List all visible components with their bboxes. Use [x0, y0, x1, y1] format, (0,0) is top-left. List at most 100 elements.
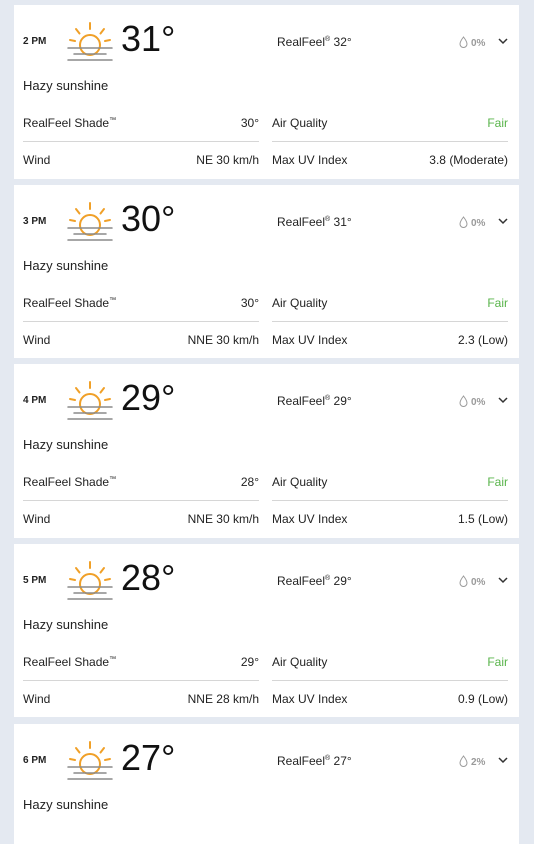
- hour-time: 2 PM: [23, 36, 47, 47]
- weather-phrase: Hazy sunshine: [23, 617, 109, 632]
- precipitation: 0%: [459, 575, 485, 588]
- realfeel-shade-label: RealFeel Shade™: [23, 296, 117, 310]
- chevron-down-icon[interactable]: [497, 215, 509, 227]
- weather-phrase: Hazy sunshine: [23, 797, 109, 812]
- realfeel-value: 31°: [333, 215, 352, 229]
- air-quality-label: Air Quality: [272, 655, 328, 669]
- wind-value: NNE 28 km/h: [187, 692, 259, 706]
- precipitation-value: 2%: [471, 757, 486, 768]
- uv-index-label: Max UV Index: [272, 512, 348, 526]
- precipitation: 0%: [459, 36, 485, 49]
- uv-index-value: 0.9 (Low): [457, 692, 508, 706]
- realfeel-label: RealFeel: [277, 394, 326, 408]
- realfeel-shade-row: RealFeel Shade™ 30°: [23, 296, 259, 314]
- uv-index-row: Max UV Index 2.3 (Low): [272, 333, 508, 351]
- raindrop-icon: [459, 36, 468, 48]
- realfeel-shade-value: 29°: [240, 655, 259, 669]
- wind-label: Wind: [23, 153, 51, 167]
- realfeel: RealFeel® 27°: [277, 754, 352, 768]
- realfeel-value: 27°: [333, 754, 352, 768]
- realfeel-shade-value: 28°: [240, 475, 259, 489]
- divider: [23, 500, 259, 501]
- hourly-card: 6 PM 27° RealFeel® 27° 2% Hazy sunshine: [14, 724, 519, 844]
- hourly-card-header[interactable]: 3 PM 30° RealFeel® 31° 0%: [14, 185, 519, 259]
- weather-phrase: Hazy sunshine: [23, 437, 109, 452]
- precipitation-value: 0%: [471, 577, 486, 588]
- wind-label: Wind: [23, 512, 51, 526]
- hour-time: 6 PM: [23, 755, 47, 766]
- realfeel-value: 29°: [333, 574, 352, 588]
- uv-index-label: Max UV Index: [272, 333, 348, 347]
- hour-temperature: 28°: [121, 557, 176, 598]
- hour-temperature: 27°: [121, 737, 176, 778]
- divider: [23, 141, 259, 142]
- weather-phrase: Hazy sunshine: [23, 258, 109, 273]
- precipitation-value: 0%: [471, 218, 486, 229]
- raindrop-icon: [459, 755, 468, 767]
- precipitation: 0%: [459, 216, 485, 229]
- realfeel-shade-value: 30°: [240, 296, 259, 310]
- realfeel: RealFeel® 31°: [277, 215, 352, 229]
- divider: [272, 680, 508, 681]
- air-quality-value: Fair: [487, 475, 508, 489]
- divider: [272, 500, 508, 501]
- chevron-down-icon[interactable]: [497, 394, 509, 406]
- hazy-sun-icon: [67, 741, 113, 780]
- hourly-forecast-list: 2 PM 31° RealFeel® 32° 0% Hazy sunshine …: [0, 0, 534, 844]
- air-quality-row: Air Quality Fair: [272, 475, 508, 493]
- hourly-card-header[interactable]: 5 PM 28° RealFeel® 29° 0%: [14, 544, 519, 618]
- uv-index-value: 1.5 (Low): [457, 512, 508, 526]
- divider: [272, 321, 508, 322]
- divider: [272, 141, 508, 142]
- realfeel-label: RealFeel: [277, 215, 326, 229]
- hour-temperature: 29°: [121, 377, 176, 418]
- wind-label: Wind: [23, 333, 51, 347]
- hourly-card: 5 PM 28° RealFeel® 29° 0% Hazy sunshine …: [14, 544, 519, 717]
- realfeel-label: RealFeel: [277, 574, 326, 588]
- divider: [23, 321, 259, 322]
- hourly-card-header[interactable]: 6 PM 27° RealFeel® 27° 2%: [14, 724, 519, 798]
- wind-row: Wind NNE 30 km/h: [23, 512, 259, 530]
- uv-index-row: Max UV Index 0.9 (Low): [272, 692, 508, 710]
- hour-time: 5 PM: [23, 575, 47, 586]
- wind-value: NNE 30 km/h: [187, 512, 259, 526]
- hourly-card: 2 PM 31° RealFeel® 32° 0% Hazy sunshine …: [14, 5, 519, 179]
- wind-value: NE 30 km/h: [196, 153, 259, 167]
- wind-row: Wind NE 30 km/h: [23, 153, 259, 171]
- realfeel-shade-label: RealFeel Shade™: [23, 475, 117, 489]
- realfeel-label: RealFeel: [277, 754, 326, 768]
- uv-index-row: Max UV Index 1.5 (Low): [272, 512, 508, 530]
- uv-index-value: 2.3 (Low): [457, 333, 508, 347]
- air-quality-row: Air Quality Fair: [272, 116, 508, 134]
- precipitation: 2%: [459, 755, 485, 768]
- realfeel-shade-label: RealFeel Shade™: [23, 655, 117, 669]
- realfeel-shade-value: 30°: [240, 116, 259, 130]
- realfeel: RealFeel® 29°: [277, 394, 352, 408]
- uv-index-row: Max UV Index 3.8 (Moderate): [272, 153, 508, 171]
- wind-label: Wind: [23, 692, 51, 706]
- hourly-card: 3 PM 30° RealFeel® 31° 0% Hazy sunshine …: [14, 185, 519, 358]
- hourly-card-header[interactable]: 2 PM 31° RealFeel® 32° 0%: [14, 5, 519, 79]
- precipitation-value: 0%: [471, 38, 486, 49]
- air-quality-row: Air Quality Fair: [272, 296, 508, 314]
- chevron-down-icon[interactable]: [497, 35, 509, 47]
- hazy-sun-icon: [67, 381, 113, 420]
- chevron-down-icon[interactable]: [497, 574, 509, 586]
- realfeel-shade-label: RealFeel Shade™: [23, 116, 117, 130]
- hourly-card-header[interactable]: 4 PM 29° RealFeel® 29° 0%: [14, 364, 519, 438]
- precipitation: 0%: [459, 395, 485, 408]
- wind-row: Wind NNE 28 km/h: [23, 692, 259, 710]
- realfeel-label: RealFeel: [277, 35, 326, 49]
- wind-value: NNE 30 km/h: [187, 333, 259, 347]
- realfeel-shade-row: RealFeel Shade™ 28°: [23, 475, 259, 493]
- chevron-down-icon[interactable]: [497, 754, 509, 766]
- hazy-sun-icon: [67, 22, 113, 61]
- raindrop-icon: [459, 575, 468, 587]
- raindrop-icon: [459, 216, 468, 228]
- wind-row: Wind NNE 30 km/h: [23, 333, 259, 351]
- air-quality-value: Fair: [487, 296, 508, 310]
- air-quality-label: Air Quality: [272, 116, 328, 130]
- realfeel-value: 29°: [333, 394, 352, 408]
- uv-index-label: Max UV Index: [272, 692, 348, 706]
- divider: [23, 680, 259, 681]
